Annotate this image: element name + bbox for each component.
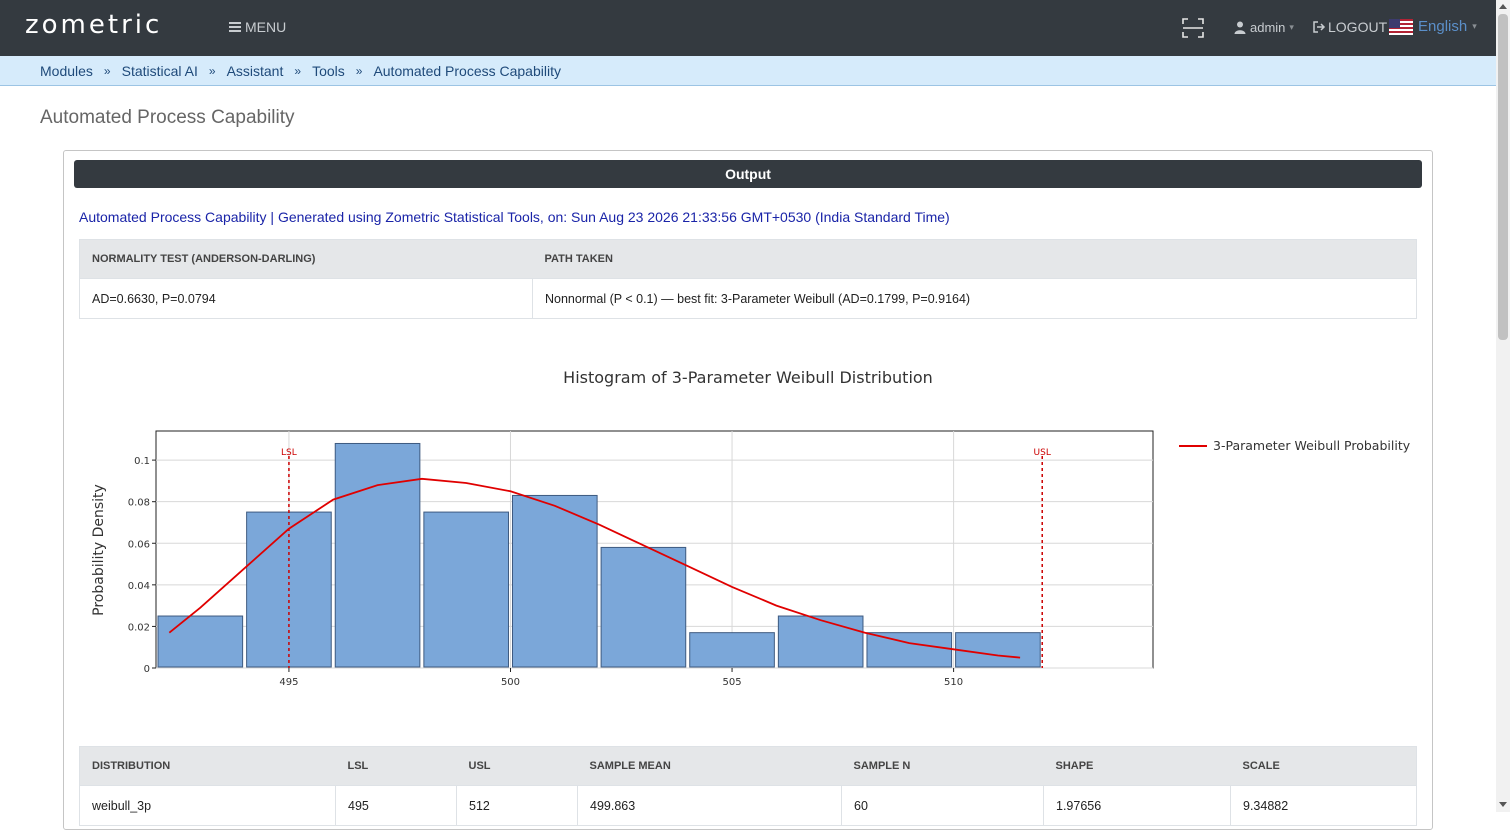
breadcrumb-current: Automated Process Capability <box>373 62 561 79</box>
cell-usl: 512 <box>456 785 578 826</box>
column-header-sample-mean: SAMPLE MEAN <box>577 746 842 786</box>
histogram-bar <box>511 494 598 668</box>
hamburger-icon <box>229 22 241 32</box>
breadcrumb-separator: » <box>103 63 111 78</box>
spec-limit-label: USL <box>1034 448 1051 458</box>
breadcrumb-assistant[interactable]: Assistant <box>227 63 284 79</box>
language-label: English <box>1418 18 1468 35</box>
column-header-sample-n: SAMPLE N <box>841 746 1044 786</box>
cell-sample-mean: 499.863 <box>577 785 842 826</box>
generated-info: Automated Process Capability | Generated… <box>79 209 950 225</box>
x-tick-label: 495 <box>279 677 298 688</box>
table-header-row: NORMALITY TEST (ANDERSON-DARLING) PATH T… <box>79 239 1417 279</box>
summary-table: DISTRIBUTION LSL USL SAMPLE MEAN SAMPLE … <box>79 746 1417 826</box>
scan-icon[interactable] <box>1181 16 1205 40</box>
chevron-down-icon: ▾ <box>1289 22 1294 32</box>
histogram-bar <box>955 632 1041 668</box>
column-header-path: PATH TAKEN <box>532 239 1417 279</box>
y-tick-label: 0.06 <box>128 539 150 550</box>
breadcrumb-statistical-ai[interactable]: Statistical AI <box>122 63 198 79</box>
normality-result: AD=0.6630, P=0.0794 <box>79 278 533 319</box>
breadcrumb-separator: » <box>355 63 363 78</box>
cell-shape: 1.97656 <box>1043 785 1231 826</box>
column-header-lsl: LSL <box>335 746 457 786</box>
column-header-shape: SHAPE <box>1043 746 1231 786</box>
y-tick-label: 0 <box>144 664 150 675</box>
table-header-row: DISTRIBUTION LSL USL SAMPLE MEAN SAMPLE … <box>79 746 1417 786</box>
menu-label: MENU <box>245 19 287 35</box>
chart-title: Histogram of 3-Parameter Weibull Distrib… <box>563 368 933 387</box>
table-row: weibull_3p 495 512 499.863 60 1.97656 9.… <box>79 785 1417 826</box>
path-taken: Nonnormal (P < 0.1) — best fit: 3-Parame… <box>532 278 1417 319</box>
cell-sample-n: 60 <box>841 785 1044 826</box>
breadcrumb-separator: » <box>208 63 216 78</box>
histogram-bar <box>777 615 864 668</box>
cell-distribution: weibull_3p <box>79 785 336 826</box>
logout-label: LOGOUT <box>1328 19 1388 35</box>
breadcrumb-tools[interactable]: Tools <box>312 63 345 79</box>
column-header-scale: SCALE <box>1230 746 1417 786</box>
app-logo[interactable]: zometric <box>25 10 162 40</box>
legend-label: 3-Parameter Weibull Probability <box>1213 438 1411 453</box>
y-tick-label: 0.04 <box>128 581 150 592</box>
chart-svg: Histogram of 3-Parameter Weibull Distrib… <box>91 368 1411 688</box>
x-tick-label: 510 <box>944 677 963 688</box>
histogram-bar <box>157 615 244 668</box>
histogram-bar <box>866 632 953 668</box>
y-tick-label: 0.02 <box>128 622 150 633</box>
table-row: AD=0.6630, P=0.0794 Nonnormal (P < 0.1) … <box>79 278 1417 319</box>
histogram-chart: Histogram of 3-Parameter Weibull Distrib… <box>79 340 1419 700</box>
menu-button[interactable]: MENU <box>229 19 286 35</box>
breadcrumb: Modules » Statistical AI » Assistant » T… <box>0 56 1496 86</box>
column-header-normality: NORMALITY TEST (ANDERSON-DARLING) <box>79 239 533 279</box>
histogram-bar <box>334 442 421 668</box>
breadcrumb-separator: » <box>294 63 302 78</box>
spec-limit-label: LSL <box>281 448 297 458</box>
scroll-down-arrow-icon[interactable] <box>1499 802 1507 807</box>
cell-scale: 9.34882 <box>1230 785 1417 826</box>
y-tick-label: 0.08 <box>128 498 150 509</box>
column-header-distribution: DISTRIBUTION <box>79 746 336 786</box>
normality-table: NORMALITY TEST (ANDERSON-DARLING) PATH T… <box>79 239 1417 319</box>
page-title: Automated Process Capability <box>40 107 295 128</box>
top-navbar: zometric MENU admin ▾ LOGOUT English ▾ <box>0 0 1510 56</box>
us-flag-icon <box>1389 18 1413 35</box>
histogram-bar <box>600 546 687 668</box>
y-tick-label: 0.1 <box>134 456 150 467</box>
cell-lsl: 495 <box>335 785 457 826</box>
column-header-usl: USL <box>456 746 578 786</box>
user-name: admin <box>1250 20 1286 35</box>
logout-button[interactable]: LOGOUT <box>1313 19 1387 35</box>
chevron-down-icon: ▾ <box>1472 21 1477 31</box>
scrollbar-thumb[interactable] <box>1498 14 1508 340</box>
user-icon <box>1234 21 1246 34</box>
language-selector[interactable]: English ▾ <box>1389 18 1477 35</box>
histogram-bar <box>423 511 509 668</box>
y-axis-label: Probability Density <box>91 484 107 616</box>
output-header: Output <box>74 160 1422 188</box>
logout-icon <box>1313 21 1326 33</box>
x-tick-label: 500 <box>501 677 520 688</box>
user-menu[interactable]: admin ▾ <box>1234 20 1294 35</box>
x-tick-label: 505 <box>722 677 741 688</box>
breadcrumb-modules[interactable]: Modules <box>40 63 93 79</box>
scroll-up-arrow-icon[interactable] <box>1499 4 1507 9</box>
histogram-bar <box>689 632 775 668</box>
